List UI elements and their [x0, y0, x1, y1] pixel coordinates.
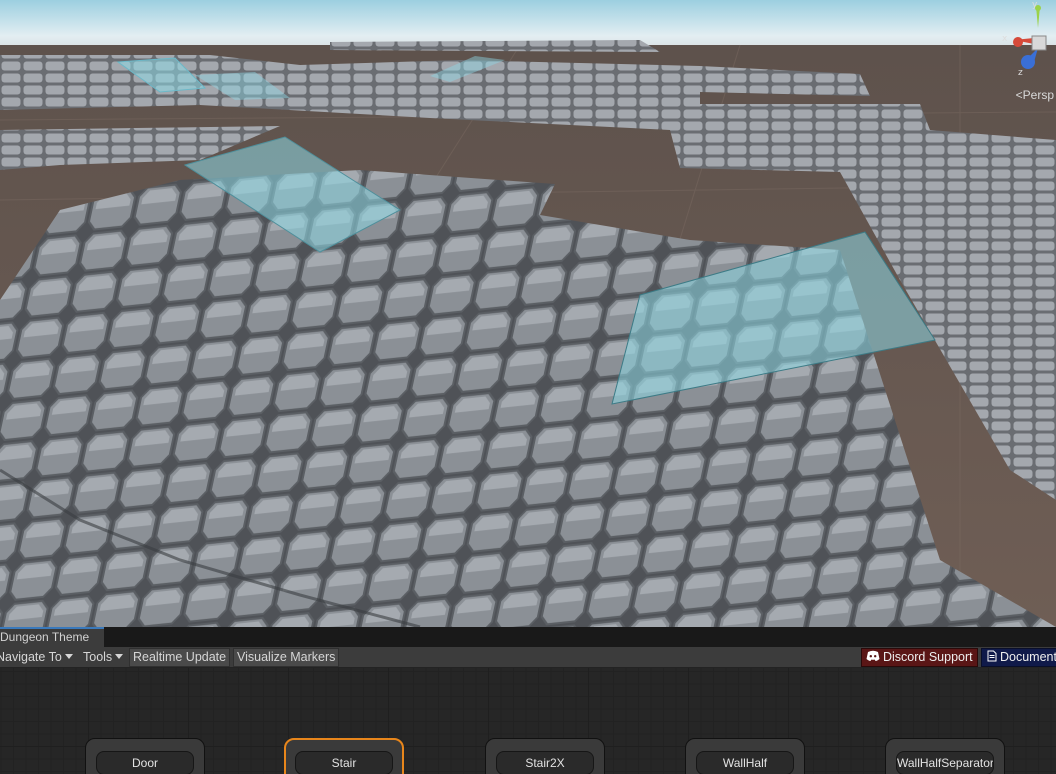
- dropdown-arrow-icon: [115, 654, 124, 659]
- projection-label: Persp: [1022, 88, 1054, 102]
- node-stair2x[interactable]: Stair2X: [485, 738, 605, 774]
- visualize-markers-label: Visualize Markers: [237, 650, 336, 664]
- node-title: Stair: [295, 751, 393, 774]
- documentation-label: Documentation: [1000, 650, 1056, 664]
- node-door[interactable]: Door: [85, 738, 205, 774]
- node-title: WallHalfSeparator: [896, 751, 994, 774]
- tab-label: Dungeon Theme: [0, 630, 90, 644]
- documentation-button[interactable]: Documentation: [981, 648, 1056, 667]
- projection-toggle[interactable]: <Persp: [1016, 88, 1054, 102]
- navigate-to-dropdown[interactable]: Navigate To: [0, 648, 73, 667]
- document-icon: [987, 650, 997, 662]
- navigate-to-label: Navigate To: [0, 650, 62, 664]
- realtime-update-toggle[interactable]: Realtime Update: [129, 648, 231, 667]
- dropdown-arrow-icon: [64, 654, 73, 659]
- gizmo-y-label: y: [1032, 0, 1038, 10]
- realtime-update-label: Realtime Update: [133, 650, 227, 664]
- theme-graph-canvas[interactable]: Door Stair Stair2X WallHalf WallHalfSepa…: [0, 668, 1056, 774]
- node-wallhalf[interactable]: WallHalf: [685, 738, 805, 774]
- node-stair[interactable]: Stair: [284, 738, 404, 774]
- discord-support-label: Discord Support: [883, 650, 973, 664]
- chevron-left-icon: <: [1015, 88, 1023, 102]
- visualize-markers-toggle[interactable]: Visualize Markers: [233, 648, 340, 667]
- node-title: Door: [96, 751, 194, 774]
- tools-label: Tools: [83, 650, 113, 664]
- gizmo-x-label: x: [1002, 34, 1008, 44]
- node-wallhalfseparator[interactable]: WallHalfSeparator: [885, 738, 1005, 774]
- tools-dropdown[interactable]: Tools: [83, 648, 124, 667]
- dungeon-theme-panel: Dungeon Theme Navigate To Tools Realtime…: [0, 627, 1056, 774]
- scene-view[interactable]: y x z <Persp: [0, 0, 1056, 627]
- scene-canvas[interactable]: [0, 0, 1056, 627]
- tab-dungeon-theme[interactable]: Dungeon Theme: [0, 627, 104, 647]
- gizmo-z-label: z: [1018, 68, 1023, 78]
- discord-support-button[interactable]: Discord Support: [861, 648, 978, 667]
- theme-toolbar: Navigate To Tools Realtime Update Visual…: [0, 647, 1056, 668]
- panel-tab-bar: Dungeon Theme: [0, 627, 1056, 647]
- discord-icon: [866, 650, 880, 661]
- node-title: Stair2X: [496, 751, 594, 774]
- node-title: WallHalf: [696, 751, 794, 774]
